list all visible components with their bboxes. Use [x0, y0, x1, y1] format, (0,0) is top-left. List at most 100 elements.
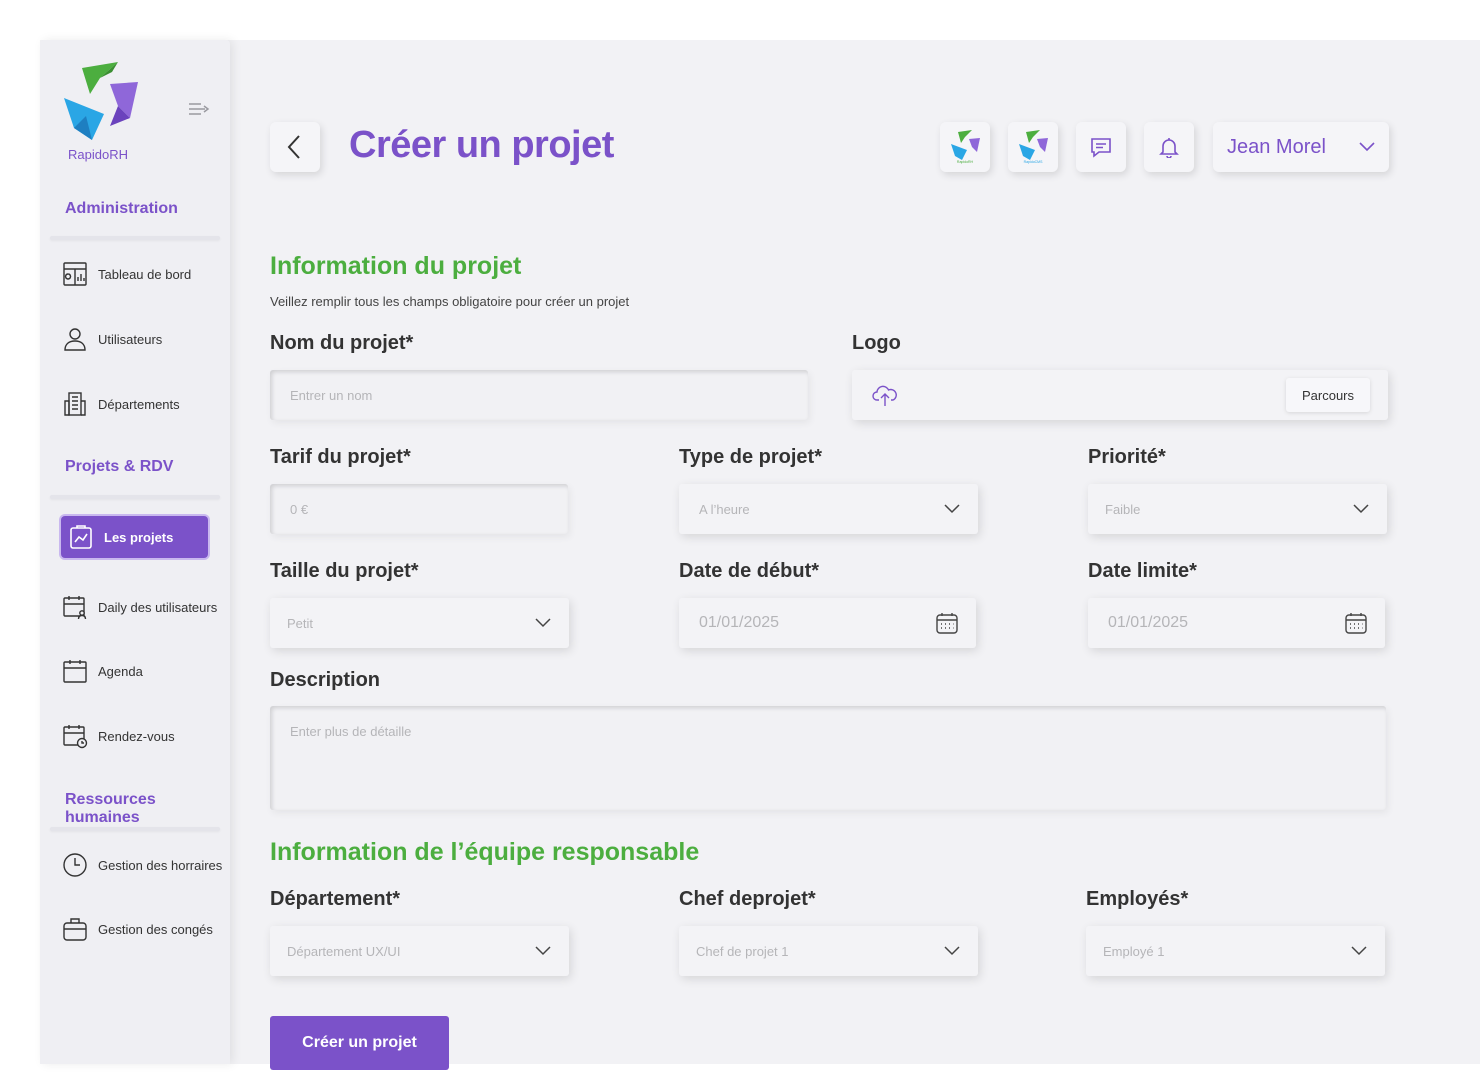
sidebar-item-label: Départements: [98, 396, 180, 412]
calendar-clock-icon: [63, 725, 88, 749]
messages-button[interactable]: [1076, 122, 1126, 172]
user-menu[interactable]: Jean Morel: [1213, 122, 1389, 172]
department-select[interactable]: Département UX/UI: [270, 926, 569, 976]
project-size-label: Taille du projet*: [270, 560, 419, 582]
employees-label: Employés*: [1086, 888, 1189, 910]
section-title-administration: Administration: [65, 200, 178, 217]
browse-button[interactable]: Parcours: [1286, 378, 1370, 412]
sidebar-item-tableau-de-bord[interactable]: Tableau de bord: [62, 259, 191, 289]
description-placeholder: Enter plus de détaille: [290, 724, 412, 739]
employees-select[interactable]: Employé 1: [1086, 926, 1385, 976]
page-title: Créer un projet: [349, 124, 614, 166]
chevron-down-icon: [535, 946, 551, 956]
project-size-value: Petit: [287, 615, 314, 631]
department-value: Département UX/UI: [287, 943, 401, 959]
sidebar-item-les-projets[interactable]: Les projets: [61, 516, 208, 558]
building-icon: [64, 392, 86, 416]
project-type-select[interactable]: A l’heure: [679, 484, 978, 534]
collapse-sidebar-icon[interactable]: [188, 102, 210, 116]
deadline-value: 01/01/2025: [1108, 614, 1189, 631]
app-switch-label: RapidoCMS: [1024, 160, 1044, 164]
employees-value: Employé 1: [1103, 943, 1165, 959]
user-name: Jean Morel: [1227, 135, 1326, 158]
sidebar-item-departements[interactable]: Départements: [62, 389, 180, 419]
start-date-input[interactable]: 01/01/2025: [679, 598, 976, 648]
start-date-value: 01/01/2025: [699, 614, 780, 631]
project-rate-input[interactable]: 0 €: [270, 484, 568, 534]
project-rate-placeholder: 0 €: [290, 501, 309, 517]
clipboard-chart-icon: [70, 525, 92, 549]
rapidorh-app-icon: RapidoRH: [951, 130, 980, 164]
deadline-input[interactable]: 01/01/2025: [1088, 598, 1385, 648]
logo-upload[interactable]: Parcours: [852, 370, 1388, 420]
section-title-projets: Projets & RDV: [65, 458, 174, 475]
project-type-label: Type de projet*: [679, 446, 822, 468]
project-manager-label: Chef deprojet*: [679, 888, 816, 910]
chevron-down-icon: [1351, 946, 1367, 956]
app-switch-rapidocms-button[interactable]: RapidoCMS: [1008, 122, 1058, 172]
rapidorh-logo[interactable]: [60, 60, 140, 140]
start-date-label: Date de début*: [679, 560, 820, 582]
project-name-placeholder: Entrer un nom: [290, 387, 373, 403]
sidebar: RapidoRH Administration Tableau de bord …: [40, 40, 230, 1064]
project-manager-select[interactable]: Chef de projet 1: [679, 926, 978, 976]
user-icon: [64, 328, 86, 351]
priority-select[interactable]: Faible: [1088, 484, 1387, 534]
section-divider: [50, 236, 220, 240]
priority-label: Priorité*: [1088, 446, 1166, 468]
rapidocms-app-icon: RapidoCMS: [1019, 130, 1048, 164]
sidebar-item-label: Les projets: [104, 529, 174, 545]
project-type-value: A l’heure: [699, 501, 750, 517]
app-switch-rapidorh-button[interactable]: RapidoRH: [940, 122, 990, 172]
calendar-icon: [936, 613, 958, 634]
description-textarea[interactable]: Enter plus de détaille: [270, 706, 1386, 810]
sidebar-item-rendez-vous[interactable]: Rendez-vous: [62, 721, 175, 751]
create-project-button[interactable]: Créer un projet: [270, 1016, 449, 1070]
sidebar-item-daily[interactable]: Daily des utilisateurs: [62, 592, 217, 622]
sidebar-item-gestion-horaires[interactable]: Gestion des horraires: [62, 850, 222, 880]
sidebar-item-label: Agenda: [98, 663, 143, 679]
calendar-icon: [1345, 613, 1367, 634]
chevron-left-icon: [287, 135, 300, 159]
dashboard-icon: [63, 262, 87, 286]
project-rate-label: Tarif du projet*: [270, 446, 411, 468]
calendar-icon: [63, 660, 87, 683]
priority-value: Faible: [1105, 501, 1141, 517]
project-manager-value: Chef de projet 1: [696, 943, 789, 959]
project-name-input[interactable]: Entrer un nom: [270, 370, 808, 420]
back-button[interactable]: [270, 122, 320, 172]
app-switch-label: RapidoRH: [957, 160, 974, 164]
chat-icon: [1091, 138, 1111, 158]
logo-text: RapidoRH: [68, 147, 128, 162]
logo-label: Logo: [852, 332, 901, 354]
calendar-user-icon: [63, 596, 87, 620]
sidebar-item-label: Utilisateurs: [98, 331, 163, 347]
notifications-button[interactable]: [1144, 122, 1194, 172]
sidebar-item-label: Gestion des congés: [98, 921, 213, 937]
section-title-team-info: Information de l’équipe responsable: [270, 838, 700, 866]
sidebar-item-label: Rendez-vous: [98, 728, 175, 744]
chevron-down-icon: [944, 504, 960, 514]
deadline-label: Date limite*: [1088, 560, 1197, 582]
sidebar-item-agenda[interactable]: Agenda: [62, 656, 143, 686]
section-divider: [50, 827, 220, 831]
bell-icon: [1159, 138, 1179, 158]
project-name-label: Nom du projet*: [270, 332, 414, 354]
chevron-down-icon: [1353, 504, 1369, 514]
chevron-down-icon: [1359, 142, 1375, 152]
sidebar-item-label: Daily des utilisateurs: [98, 599, 218, 615]
sidebar-item-gestion-conges[interactable]: Gestion des congés: [62, 914, 213, 944]
department-label: Département*: [270, 888, 401, 910]
briefcase-icon: [63, 918, 87, 941]
project-size-select[interactable]: Petit: [270, 598, 569, 648]
sidebar-item-utilisateurs[interactable]: Utilisateurs: [62, 324, 162, 354]
chevron-down-icon: [535, 618, 551, 628]
sidebar-item-label: Gestion des horraires: [98, 857, 223, 873]
section-title-ressources-humaines: Ressources humaines: [65, 791, 156, 826]
form-hint: Veillez remplir tous les champs obligato…: [270, 294, 630, 309]
clock-icon: [63, 853, 87, 877]
sidebar-item-label: Tableau de bord: [98, 266, 192, 282]
description-label: Description: [270, 669, 381, 691]
section-title-project-info: Information du projet: [270, 252, 522, 280]
cloud-upload-icon: [872, 385, 897, 406]
